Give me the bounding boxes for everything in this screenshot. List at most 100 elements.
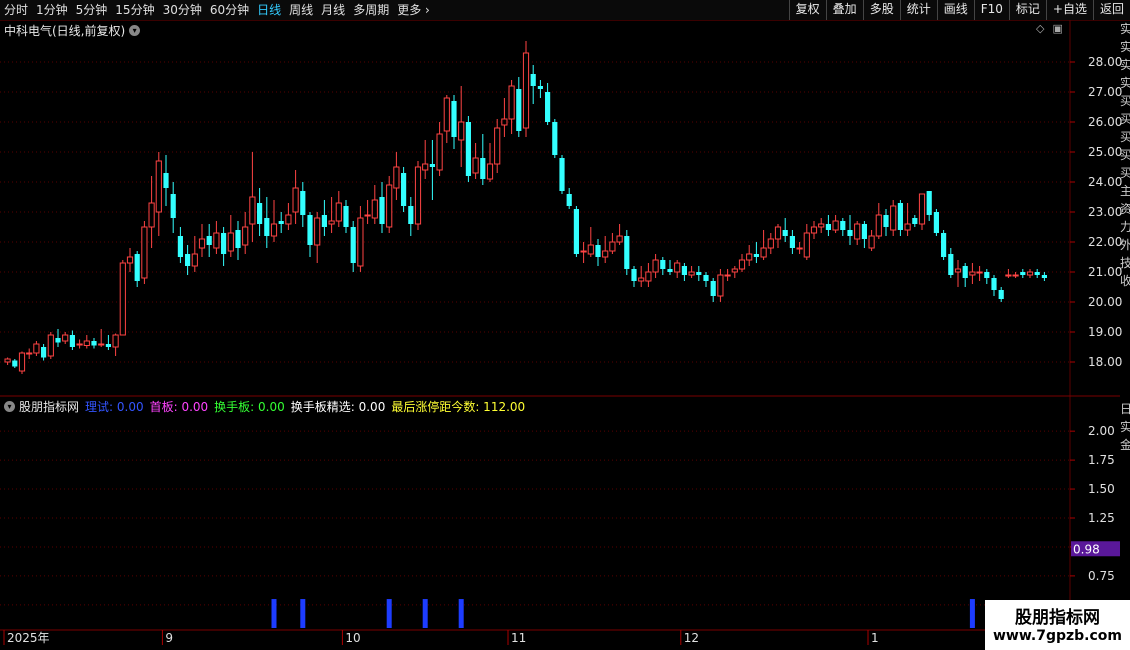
candle-body-down [235, 230, 241, 248]
candle-body-up [328, 220, 335, 225]
candle-body-down [624, 236, 630, 269]
right-strip-char: 实 [1120, 40, 1130, 54]
candle-body-up [249, 196, 256, 225]
candle-body-up [4, 358, 11, 363]
candle-body-up [818, 223, 825, 228]
candle-body-up [76, 343, 83, 346]
candle-body-down [753, 254, 759, 257]
chart-canvas: 18.00 19.00 20.00 21.00 22.00 23.00 24.00 25.00… [0, 20, 1122, 650]
candle-body-up [796, 247, 803, 250]
candle-body-down [840, 221, 846, 230]
y-tick-label: 1.50 [1088, 482, 1115, 496]
candle-body-down [703, 275, 709, 281]
candle-body-up [731, 268, 738, 273]
right-strip-char: 实 [1120, 76, 1130, 90]
candle-body-down [1034, 272, 1040, 275]
signal-bar [422, 599, 428, 628]
candle-body-up [227, 232, 234, 252]
candle-body-up [213, 232, 220, 249]
candle-body-up [285, 214, 292, 225]
candle-body-down [710, 281, 716, 296]
candle-body-down [321, 215, 327, 227]
right-strip-char: 买 [1120, 148, 1130, 162]
y-tick-label: 23.00 [1088, 205, 1122, 219]
candle-body-up [62, 334, 69, 342]
candle-body-down [789, 236, 795, 248]
candle-body-down [926, 191, 932, 215]
candle-body-down [91, 341, 97, 346]
candle-body-up [717, 274, 724, 297]
candle-body-up [1012, 274, 1019, 277]
candle-body-down [897, 203, 903, 230]
candle-body-down [566, 194, 572, 206]
candle-body-up [767, 238, 774, 249]
candle-body-up [1005, 274, 1012, 277]
candle-body-up [494, 127, 501, 165]
candle-body-up [501, 118, 508, 126]
candle-body-up [674, 262, 681, 273]
candle-body-down [825, 224, 831, 230]
indicator-value-4: 最后涨停距今数: 112.00 [391, 400, 526, 414]
y-tick-label: 1.75 [1088, 453, 1115, 467]
candle-body-down [105, 344, 111, 347]
candle-body-down [948, 254, 954, 275]
candle-body-up [486, 163, 494, 180]
candle-body-up [314, 217, 321, 246]
candle-body-down [12, 360, 18, 367]
right-strip-char: 实 [1120, 58, 1130, 72]
candle-body-down [545, 92, 551, 122]
candle-body-up [414, 166, 422, 225]
right-strip-char: 金 [1120, 438, 1130, 452]
candle-body-up [26, 352, 33, 355]
y-tick-label: 2.00 [1088, 424, 1115, 438]
candle-body-up [33, 343, 40, 354]
candle-body-up [954, 268, 962, 273]
candle-body-down [350, 227, 356, 263]
candle-body-up [602, 250, 609, 258]
right-strip-char: 买 [1120, 94, 1130, 108]
x-tick-label: 2025年 [7, 631, 50, 645]
right-strip-char: 日 [1120, 402, 1130, 416]
candle-body-up [832, 220, 839, 231]
signal-bar [271, 599, 277, 628]
candle-body-up [112, 334, 119, 348]
candle-body-up [587, 244, 594, 255]
y-tick-label: 20.00 [1088, 295, 1122, 309]
candle-body-up [126, 256, 134, 264]
chevron-down-icon[interactable]: ▾ [4, 401, 15, 412]
candle-body-down [221, 233, 227, 254]
candle-body-up [522, 52, 530, 129]
candle-body-up [393, 166, 400, 189]
candle-body-down [41, 347, 47, 358]
right-strip-char: 买 [1120, 130, 1130, 144]
candle-body-up [746, 253, 753, 261]
right-strip-char: 实 [1120, 420, 1130, 434]
candle-body-down [170, 194, 176, 218]
candle-body-down [300, 191, 306, 215]
candle-body-up [508, 85, 515, 120]
candle-body-down [278, 221, 284, 224]
candle-body-down [177, 236, 183, 257]
candle-body-down [984, 272, 990, 278]
candle-body-down [912, 218, 918, 224]
signal-bar [969, 599, 975, 628]
candle-body-up [443, 97, 450, 132]
right-strip-char: 资 [1120, 202, 1130, 216]
candle-body-down [480, 158, 486, 179]
candle-body-down [257, 203, 263, 224]
candle-body-down [379, 197, 385, 224]
candle-body-down [307, 215, 313, 245]
candle-body-up [436, 133, 443, 171]
y-tick-label: 22.00 [1088, 235, 1122, 249]
y-tick-label: 24.00 [1088, 175, 1122, 189]
signal-bar [386, 599, 392, 628]
indicator-value-0: 理试: 0.00 [85, 400, 144, 414]
signal-bar [458, 599, 464, 628]
right-strip-char: 力 [1120, 220, 1130, 234]
candle-body-down [595, 245, 601, 257]
candle-body-up [969, 271, 976, 276]
y-tick-label: 25.00 [1088, 145, 1122, 159]
candle-body-up [810, 226, 818, 234]
right-panel-strip: 实实实实买买买买买主资力外技收日实金 [1120, 20, 1130, 630]
candle-body-down [465, 122, 471, 176]
